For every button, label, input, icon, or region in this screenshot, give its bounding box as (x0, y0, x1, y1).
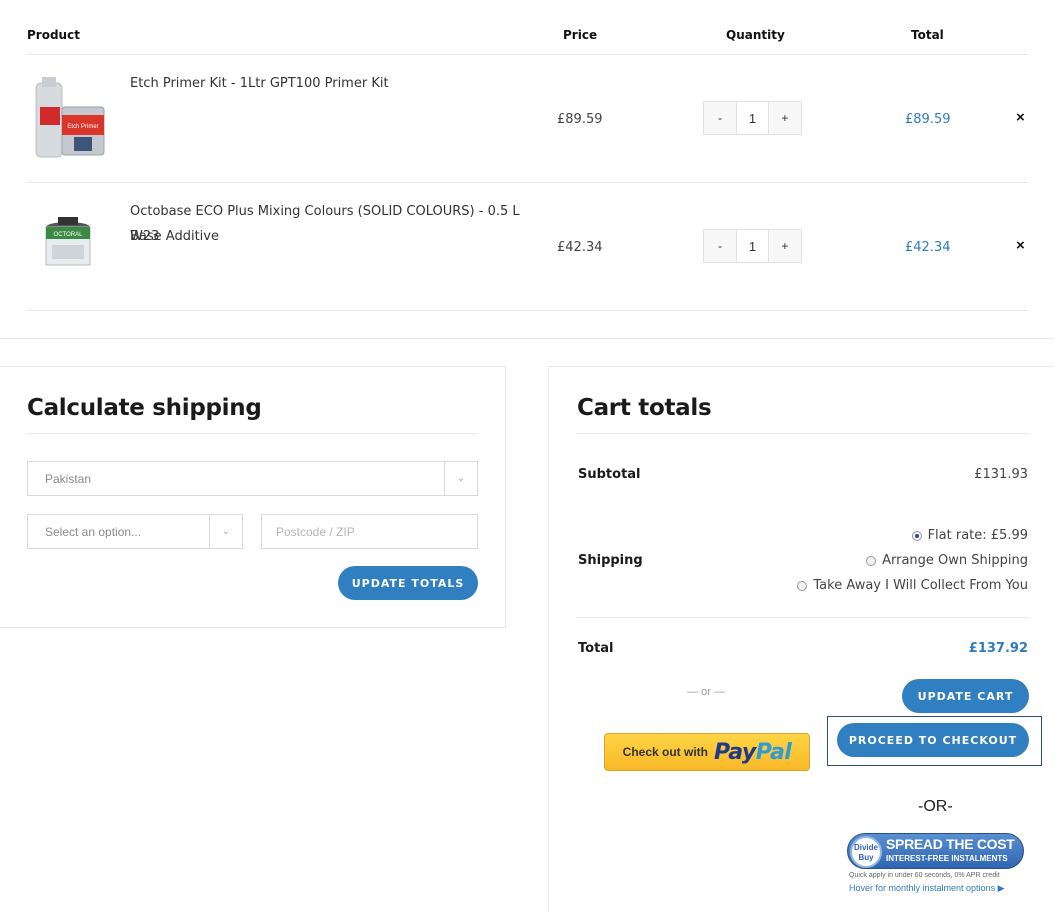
paypal-logo: PayPal (714, 739, 792, 765)
update-cart-button[interactable]: UPDATE CART (902, 679, 1029, 713)
shipping-option-flat-rate[interactable]: Flat rate: £5.99 (911, 528, 1028, 543)
product-name[interactable]: Etch Primer Kit - 1Ltr GPT100 Primer Kit (130, 71, 530, 96)
total-label: Total (578, 641, 614, 656)
or-separator: — or — (687, 686, 725, 698)
table-row: OCTORAL Octobase ECO Plus Mixing Colours… (26, 183, 1028, 311)
chevron-down-icon: ⌄ (444, 462, 477, 495)
increase-button[interactable]: + (768, 230, 801, 262)
cart-totals: Cart totals Subtotal £131.93 Shipping Fl… (548, 366, 1054, 912)
section-divider (0, 338, 1054, 339)
total-value: £137.92 (968, 641, 1028, 656)
quantity-stepper: - 1 + (703, 101, 802, 135)
shipping-option-own[interactable]: Arrange Own Shipping (866, 553, 1028, 568)
dividebuy-link[interactable]: Hover for monthly instalment options ▶ (849, 883, 1005, 894)
line-total: £42.34 (905, 240, 951, 255)
svg-text:OCTORAL: OCTORAL (54, 232, 84, 238)
dividebuy-subline: INTEREST-FREE INSTALMENTS (886, 854, 1008, 863)
increase-button[interactable]: + (768, 102, 801, 134)
product-name-continued[interactable]: Base Additive (130, 224, 530, 249)
country-value: Pakistan (45, 472, 92, 486)
dividebuy-logo: Divide Buy (850, 836, 882, 868)
line-total: £89.59 (905, 112, 951, 127)
or-divider: -OR- (918, 798, 953, 815)
product-price: £42.34 (557, 240, 603, 255)
remove-item-icon[interactable]: × (1016, 109, 1025, 126)
shipping-option-collect[interactable]: Take Away I Will Collect From You (797, 578, 1028, 593)
paypal-logo-pay: Pay (714, 739, 756, 765)
dividebuy-headline: SPREAD THE COST (886, 836, 1015, 852)
paypal-prefix: Check out with (622, 745, 708, 759)
decrease-button[interactable]: - (704, 230, 737, 262)
radio-button[interactable] (866, 555, 877, 566)
cart-table: Product Price Quantity Total Etch Primer… (26, 0, 1028, 311)
shipping-option-label: Arrange Own Shipping (882, 553, 1028, 568)
subtotal-value: £131.93 (974, 467, 1028, 482)
chevron-down-icon: ⌄ (209, 515, 242, 548)
product-thumbnail-octobase[interactable]: OCTORAL (28, 213, 108, 297)
quantity-stepper: - 1 + (703, 229, 802, 263)
table-header: Product Price Quantity Total (26, 0, 1028, 55)
shipping-option-label: Flat rate: £5.99 (927, 528, 1028, 543)
header-total: Total (911, 28, 944, 42)
header-price: Price (563, 28, 598, 42)
shipping-title: Calculate shipping (27, 395, 262, 421)
header-quantity: Quantity (726, 28, 785, 42)
shipping-option-label: Take Away I Will Collect From You (813, 578, 1028, 593)
divider (27, 433, 478, 434)
postcode-input[interactable]: Postcode / ZIP (261, 514, 478, 549)
dividebuy-banner[interactable]: Divide Buy SPREAD THE COST INTEREST-FREE… (847, 833, 1025, 895)
decrease-button[interactable]: - (704, 102, 737, 134)
shipping-label: Shipping (578, 553, 643, 568)
divider (576, 433, 1029, 434)
header-product: Product (27, 28, 80, 42)
svg-text:Etch Primer: Etch Primer (67, 124, 98, 130)
quantity-input[interactable]: 1 (736, 230, 769, 262)
quantity-input[interactable]: 1 (736, 102, 769, 134)
divider (576, 617, 1029, 618)
product-price: £89.59 (557, 112, 603, 127)
country-select[interactable]: Pakistan ⌄ (27, 461, 478, 496)
update-totals-button[interactable]: UPDATE TOTALS (338, 566, 478, 600)
shipping-calculator: Calculate shipping Pakistan ⌄ Select an … (0, 366, 506, 628)
state-placeholder: Select an option... (45, 525, 142, 539)
paypal-logo-pal: Pal (755, 739, 792, 765)
radio-button[interactable] (797, 580, 808, 591)
remove-item-icon[interactable]: × (1016, 237, 1025, 254)
cart-totals-title: Cart totals (577, 395, 712, 421)
dividebuy-note: Quick apply in under 60 seconds, 0% APR … (849, 872, 1000, 879)
dividebuy-badge: Divide Buy SPREAD THE COST INTEREST-FREE… (847, 833, 1024, 869)
radio-button[interactable] (911, 530, 922, 541)
subtotal-label: Subtotal (578, 467, 641, 482)
product-thumbnail-etch-primer[interactable]: Etch Primer (28, 77, 108, 161)
state-select[interactable]: Select an option... ⌄ (27, 514, 243, 549)
proceed-to-checkout-button[interactable]: PROCEED TO CHECKOUT (837, 723, 1029, 757)
table-row: Etch Primer Etch Primer Kit - 1Ltr GPT10… (26, 55, 1028, 183)
paypal-checkout-button[interactable]: Check out with PayPal (604, 733, 810, 771)
